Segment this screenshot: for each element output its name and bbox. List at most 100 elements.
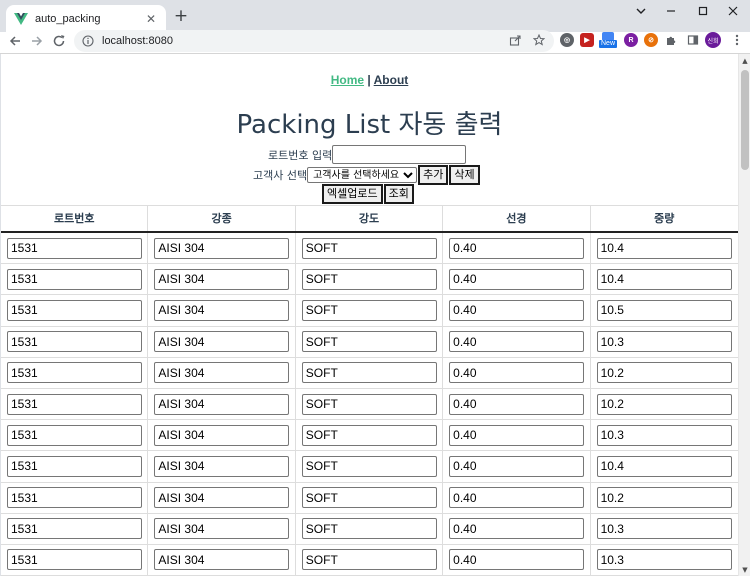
lot-number-cell-input[interactable] (7, 455, 142, 477)
scroll-up-icon[interactable]: ▲ (741, 57, 749, 65)
steel-grade-cell-input[interactable] (154, 237, 290, 259)
steel-grade-cell-input[interactable] (154, 455, 290, 477)
address-bar[interactable]: localhost:8080 (74, 30, 554, 52)
wire-diameter-cell-input[interactable] (449, 424, 585, 446)
add-button[interactable]: 추가 (418, 165, 449, 185)
steel-grade-cell-input[interactable] (154, 299, 290, 321)
strength-cell-input[interactable] (301, 393, 437, 415)
strength-cell-input[interactable] (301, 424, 437, 446)
weight-cell-input[interactable] (596, 393, 732, 415)
scroll-thumb[interactable] (741, 70, 749, 170)
wire-diameter-cell-input[interactable] (449, 518, 585, 540)
weight-cell-input[interactable] (596, 362, 732, 384)
close-window-icon[interactable] (718, 2, 748, 20)
steel-grade-cell-input[interactable] (154, 487, 290, 509)
excel-upload-button[interactable]: 엑셀업로드 (322, 184, 383, 204)
strength-cell-input[interactable] (301, 455, 437, 477)
lot-number-cell-input[interactable] (7, 487, 142, 509)
steel-grade-cell-input[interactable] (154, 268, 290, 290)
lot-number-cell-input[interactable] (7, 518, 142, 540)
wire-diameter-cell-input[interactable] (449, 393, 585, 415)
lot-number-cell-input[interactable] (7, 268, 142, 290)
customer-select[interactable]: 고객사를 선택하세요 (307, 167, 418, 183)
lot-number-cell-input[interactable] (7, 237, 142, 259)
lot-number-cell-input[interactable] (7, 549, 142, 571)
menu-kebab-icon[interactable] (730, 33, 744, 47)
wire-diameter-cell-input[interactable] (449, 549, 585, 571)
reload-icon[interactable] (50, 32, 68, 50)
weight-cell-input[interactable] (596, 237, 732, 259)
steel-grade-cell-input[interactable] (154, 331, 290, 353)
nav-home-link[interactable]: Home (331, 73, 364, 87)
info-icon[interactable] (82, 32, 94, 51)
scroll-down-icon[interactable]: ▼ (741, 566, 749, 574)
table-row (1, 295, 738, 327)
wire-diameter-cell-input[interactable] (449, 237, 585, 259)
wire-diameter-cell-input[interactable] (449, 268, 585, 290)
share-icon[interactable] (508, 33, 522, 47)
steel-grade-cell-input[interactable] (154, 393, 290, 415)
extension-new-icon[interactable]: New (599, 32, 618, 48)
table-row (1, 544, 738, 576)
steel-grade-cell-input[interactable] (154, 518, 290, 540)
extension-purple-icon[interactable]: R (624, 33, 638, 47)
table-cell (1, 544, 149, 576)
table-cell (1, 420, 149, 451)
strength-cell-input[interactable] (301, 549, 437, 571)
profile-avatar[interactable]: 신희 (705, 32, 721, 48)
maximize-icon[interactable] (688, 2, 718, 20)
weight-cell-input[interactable] (596, 331, 732, 353)
strength-cell-input[interactable] (301, 362, 437, 384)
lot-number-cell-input[interactable] (7, 362, 142, 384)
strength-cell-input[interactable] (301, 299, 437, 321)
extension-reader-icon[interactable]: ◎ (560, 33, 574, 47)
back-icon[interactable] (6, 32, 24, 50)
nav-about-link[interactable]: About (374, 73, 409, 87)
wire-diameter-cell-input[interactable] (449, 455, 585, 477)
strength-cell-input[interactable] (301, 268, 437, 290)
lot-number-cell-input[interactable] (7, 299, 142, 321)
wire-diameter-cell-input[interactable] (449, 299, 585, 321)
strength-cell-input[interactable] (301, 237, 437, 259)
extension-orange-icon[interactable]: ⊘ (644, 33, 658, 47)
weight-cell-input[interactable] (596, 518, 732, 540)
weight-cell-input[interactable] (596, 424, 732, 446)
table-cell (1, 264, 149, 295)
weight-cell-input[interactable] (596, 268, 732, 290)
steel-grade-cell-input[interactable] (154, 362, 290, 384)
weight-cell-input[interactable] (596, 487, 732, 509)
weight-cell-input[interactable] (596, 455, 732, 477)
minimize-icon[interactable] (656, 2, 686, 20)
side-panel-icon[interactable] (686, 33, 700, 47)
browser-tab[interactable]: auto_packing ✕ (6, 5, 166, 32)
tab-close-icon[interactable]: ✕ (144, 12, 158, 26)
table-cell (1, 326, 149, 357)
table-row (1, 451, 738, 483)
search-button[interactable]: 조회 (383, 184, 414, 204)
strength-cell-input[interactable] (301, 487, 437, 509)
extension-red-icon[interactable]: ▶ (580, 33, 594, 47)
wire-diameter-cell-input[interactable] (449, 362, 585, 384)
lot-number-cell-input[interactable] (7, 424, 142, 446)
lot-number-input[interactable] (332, 145, 467, 164)
table-cell (591, 264, 738, 294)
bookmark-star-icon[interactable] (532, 33, 546, 47)
new-tab-icon[interactable]: + (172, 7, 190, 25)
extensions-puzzle-icon[interactable] (664, 33, 678, 47)
wire-diameter-cell-input[interactable] (449, 331, 585, 353)
chevron-down-icon[interactable] (626, 2, 656, 20)
weight-cell-input[interactable] (596, 549, 732, 571)
strength-cell-input[interactable] (301, 331, 437, 353)
vue-logo-icon (14, 12, 28, 26)
lot-number-cell-input[interactable] (7, 331, 142, 353)
steel-grade-cell-input[interactable] (154, 424, 290, 446)
weight-cell-input[interactable] (596, 299, 732, 321)
new-badge: New (599, 40, 618, 48)
strength-cell-input[interactable] (301, 518, 437, 540)
lot-number-cell-input[interactable] (7, 393, 142, 415)
forward-icon[interactable] (28, 32, 46, 50)
steel-grade-cell-input[interactable] (154, 549, 290, 571)
page-scrollbar[interactable]: ▲ ▼ (738, 54, 750, 576)
delete-button[interactable]: 삭제 (449, 165, 480, 185)
wire-diameter-cell-input[interactable] (449, 487, 585, 509)
